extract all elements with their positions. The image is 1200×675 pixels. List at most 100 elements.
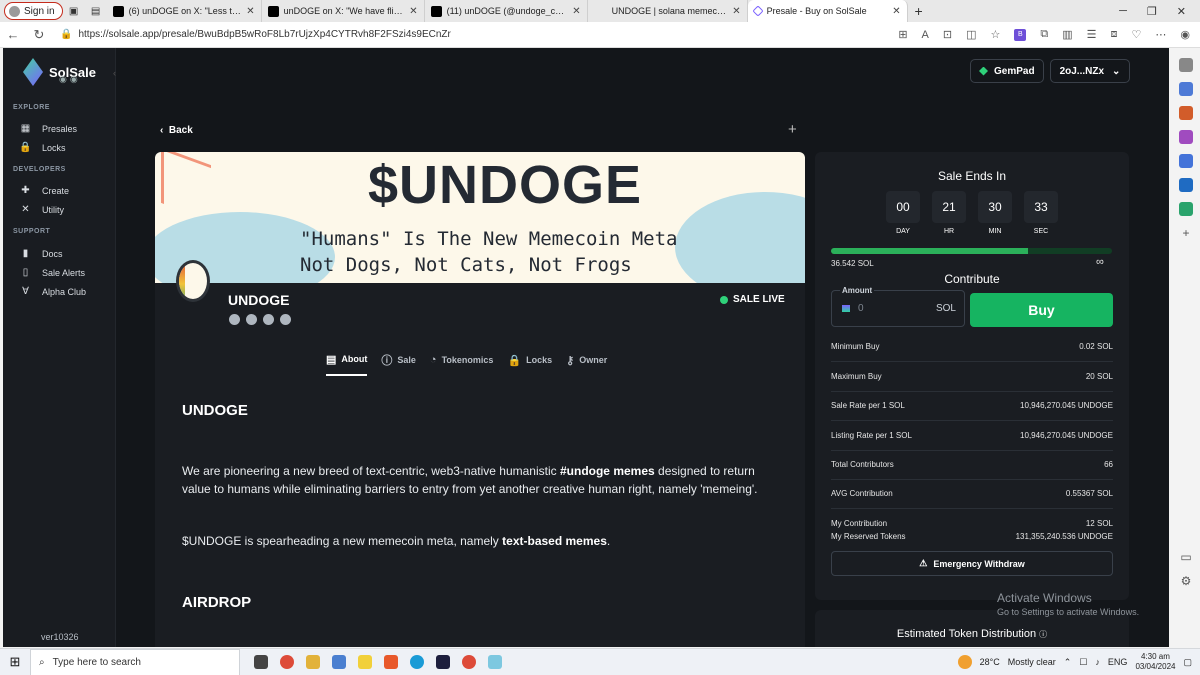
tab-undoge-site[interactable]: UNDOGE | solana memecoin ✕ [588,0,748,22]
website-icon[interactable] [229,314,240,325]
edge-icon[interactable] [410,655,424,669]
copilot-sidebar-icon[interactable] [1179,154,1193,168]
sale-progress-bar [831,248,1112,254]
sidebar-item-docs[interactable]: ▮ Docs [19,248,63,259]
favorites-icon[interactable]: ☰ [1087,28,1097,41]
refresh-icon[interactable]: ↻ [26,27,52,43]
twitter-icon[interactable]: ◉ [70,74,81,84]
close-window-icon[interactable]: ✕ [1177,5,1186,18]
taskbar-apps [254,655,502,669]
windows-start-icon[interactable]: ⊞ [0,654,30,670]
sidebar-item-sale-alerts[interactable]: ▯ Sale Alerts [19,267,85,278]
games-icon[interactable] [1179,130,1193,144]
tab-undoge-profile[interactable]: (11) unDOGE (@undoge_com) / X✕ [425,0,588,22]
row-sale-rate: Sale Rate per 1 SOL 10,946,270.045 UNDOGE [831,401,1113,421]
tab-sale[interactable]: ⓘ Sale [381,352,416,376]
clock[interactable]: 4:30 am 03/04/2024 [1135,652,1175,672]
network-icon[interactable]: ☐ [1079,657,1087,668]
telegram-icon[interactable]: ◉ [59,74,70,84]
brave-icon[interactable] [384,655,398,669]
apps-icon[interactable]: ⊞ [898,28,907,41]
split-screen-icon[interactable]: ▥ [1062,28,1072,41]
volume-icon[interactable]: ♪ [1095,657,1100,667]
social-links: ◉◉ [59,74,81,85]
new-tab-button[interactable]: + [908,3,930,19]
screenshot-icon[interactable]: ⊡ [943,28,952,41]
sidebar-item-locks[interactable]: 🔒 Locks [19,142,65,153]
discord-icon[interactable] [280,314,291,325]
tab-locks[interactable]: 🔒 Locks [507,352,552,376]
tab-solsale-presale[interactable]: Presale - Buy on SolSale ✕ [747,0,908,22]
edge-sidebar: + ▭ ⚙ [1172,48,1200,648]
add-icon[interactable]: + [1182,226,1189,240]
back-arrow-icon[interactable]: ← [0,27,26,42]
more-icon[interactable]: ⋯ [1155,28,1166,41]
collections-icon[interactable]: ⧈ [1111,28,1118,41]
sale-status-badge: SALE LIVE [720,294,785,305]
task-view-icon[interactable] [254,655,268,669]
twitter-icon[interactable] [263,314,274,325]
layout-icon[interactable]: ▭ [1180,550,1191,564]
calculator-icon[interactable] [332,655,346,669]
language-indicator[interactable]: ENG [1108,657,1128,667]
send-icon[interactable] [1179,202,1193,216]
back-button[interactable]: ‹ Back [160,125,193,136]
solsale-icon [751,5,764,17]
sidebar-item-create[interactable]: ✚ Create [19,185,69,196]
minimize-icon[interactable]: ─ [1119,5,1127,18]
outlook-icon[interactable] [1179,178,1193,192]
chrome-profile-icon[interactable] [462,655,476,669]
sidebar-item-utility[interactable]: ✕ Utility [19,204,64,215]
close-icon[interactable]: ✕ [409,6,417,17]
url-input[interactable]: 🔒 https://solsale.app/presale/BwuBdpB5wRo… [60,25,800,45]
amount-input[interactable]: 0 [858,303,864,314]
close-icon[interactable]: ✕ [572,6,580,17]
extension-icon[interactable]: B [1014,28,1027,41]
wallet-button[interactable]: 2oJ...NZx ⌄ [1050,59,1130,83]
info-icon[interactable]: ⓘ [1039,630,1047,639]
sticky-notes-icon[interactable] [358,655,372,669]
close-icon[interactable]: ✕ [732,6,740,17]
toolbox-icon[interactable] [1179,106,1193,120]
fi-app-icon[interactable] [436,655,450,669]
workspaces-icon[interactable]: ▣ [63,2,85,20]
chrome-icon[interactable] [280,655,294,669]
tab-about[interactable]: ▤ About [326,352,368,376]
amount-field[interactable]: Amount 0 SOL [831,286,965,327]
search-icon[interactable] [1179,58,1193,72]
file-explorer-icon[interactable] [306,655,320,669]
favorite-icon[interactable]: ☆ [991,28,1001,41]
close-icon[interactable]: ✕ [246,6,254,17]
read-aloud-icon[interactable]: A [922,29,929,41]
restore-icon[interactable]: ❐ [1147,5,1157,18]
countdown-day: 00 DAY [886,191,920,235]
sidebar-item-presales[interactable]: ▦ Presales [19,123,77,134]
chevron-up-icon[interactable]: ⌃ [1064,657,1072,668]
add-button[interactable]: + [788,121,797,138]
telegram-icon[interactable] [246,314,257,325]
notepad-icon[interactable] [488,655,502,669]
taskbar-search[interactable]: ⌕ Type here to search [30,648,240,675]
notifications-icon[interactable]: ▢ [1183,657,1192,668]
browser-essentials-icon[interactable]: ♡ [1132,28,1142,41]
collapse-sidebar-icon[interactable]: ‹ [113,68,116,78]
signin-button[interactable]: Sign in [4,2,63,20]
close-icon[interactable]: ✕ [892,6,900,17]
tab-undoge-x-2[interactable]: unDOGE on X: "We have flipped...✕ [262,0,425,22]
buy-button[interactable]: Buy [970,293,1113,327]
tab-tokenomics[interactable]: ◔ Tokenomics [430,352,494,376]
system-tray: 28°C Mostly clear ⌃ ☐ ♪ ENG 4:30 am 03/04… [957,652,1200,672]
tab-owner[interactable]: ⚷ Owner [566,352,607,376]
tab-actions-icon[interactable]: ▤ [85,2,107,20]
tab-undoge-x-1[interactable]: (6) unDOGE on X: "Less than 2 d...✕ [107,0,262,22]
emergency-withdraw-button[interactable]: ⚠ Emergency Withdraw [831,551,1113,576]
copilot-icon[interactable]: ◉ [1180,28,1190,41]
gempad-button[interactable]: GemPad [970,59,1044,83]
lock-icon: 🔒 [19,142,32,153]
split-icon[interactable]: ◫ [966,28,976,41]
banner-title: $UNDOGE [368,155,643,215]
tag-icon[interactable] [1179,82,1193,96]
settings-icon[interactable]: ⚙ [1181,574,1192,588]
extensions-icon[interactable]: ⧉ [1040,28,1048,41]
sidebar-item-alpha-club[interactable]: ∀ Alpha Club [19,286,86,297]
